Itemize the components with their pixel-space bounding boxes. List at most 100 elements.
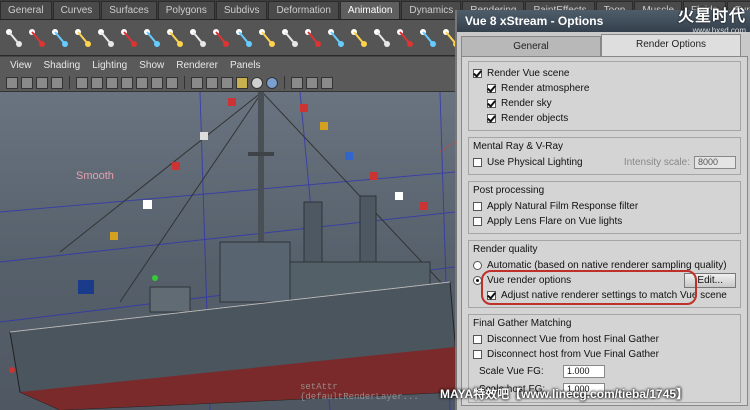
ship-scene [0, 92, 455, 410]
film-response-label: Apply Natural Film Response filter [487, 201, 639, 212]
bookmark-icon[interactable] [36, 76, 48, 89]
sculpt-icon[interactable] [234, 26, 254, 50]
adjust-native-row[interactable]: Adjust native renderer settings to match… [473, 288, 736, 303]
final-gather-title: Final Gather Matching [473, 318, 572, 329]
shelf-tab-dynamics[interactable]: Dynamics [401, 1, 462, 19]
isolate-select-icon[interactable] [306, 76, 318, 89]
lattice-icon[interactable] [188, 26, 208, 50]
scale-vue-field[interactable]: 1.000 [563, 364, 605, 378]
panel-menu-show[interactable]: Show [139, 60, 164, 71]
wireframe-on-shaded-icon[interactable] [221, 76, 233, 89]
safe-action-icon[interactable] [151, 76, 163, 89]
render-atmosphere-checkbox[interactable] [487, 84, 496, 93]
disconnect-vue-checkbox[interactable] [473, 335, 482, 344]
panel-menu-shading[interactable]: Shading [44, 60, 81, 71]
adjust-native-checkbox[interactable] [487, 291, 496, 300]
film-response-row[interactable]: Apply Natural Film Response filter [473, 199, 736, 214]
panel-menu-bar: View Shading Lighting Show Renderer Panels [0, 57, 455, 74]
blend-shape-icon[interactable] [257, 26, 277, 50]
render-sky-label: Render sky [501, 98, 552, 109]
smooth-shade-icon[interactable] [206, 76, 218, 89]
high-quality-icon[interactable] [321, 76, 333, 89]
resolution-gate-icon[interactable] [106, 76, 118, 89]
cluster-icon[interactable] [165, 26, 185, 50]
gun-turret [149, 286, 191, 313]
shelf-tab-subdivs[interactable]: Subdivs [215, 1, 268, 19]
tab-general[interactable]: General [461, 36, 601, 56]
bind-skin-icon[interactable] [96, 26, 116, 50]
disconnect-vue-row[interactable]: Disconnect Vue from host Final Gather [473, 332, 736, 347]
field-chart-icon[interactable] [136, 76, 148, 89]
panel-menu-renderer[interactable]: Renderer [176, 60, 218, 71]
shelf-tab-general[interactable]: General [0, 1, 52, 19]
lens-flare-checkbox[interactable] [473, 217, 482, 226]
disconnect-host-checkbox[interactable] [473, 350, 482, 359]
shelf-tab-deformation[interactable]: Deformation [268, 1, 339, 19]
constraint-orient-icon[interactable] [326, 26, 346, 50]
bridge [219, 241, 291, 303]
render-objects-row[interactable]: Render objects [473, 111, 736, 126]
physical-lighting-row[interactable]: Use Physical Lighting Intensity scale: 8… [473, 155, 736, 170]
joint-tool-icon[interactable] [73, 26, 93, 50]
film-response-checkbox[interactable] [473, 202, 482, 211]
shelf-tab-surfaces[interactable]: Surfaces [101, 1, 157, 19]
textured-icon[interactable] [236, 76, 248, 89]
select-camera-icon[interactable] [6, 76, 18, 89]
mental-ray-group: Mental Ray & V-Ray Use Physical Lighting… [468, 137, 741, 175]
automatic-quality-radio[interactable] [473, 261, 482, 270]
render-atmosphere-row[interactable]: Render atmosphere [473, 81, 736, 96]
lens-flare-row[interactable]: Apply Lens Flare on Vue lights [473, 214, 736, 229]
character-set-icon[interactable] [119, 26, 139, 50]
intensity-scale-field[interactable]: 8000 [694, 156, 736, 169]
wire-icon[interactable] [211, 26, 231, 50]
dialog-tab-bar: General Render Options [457, 34, 750, 56]
constraint-aim-icon[interactable] [303, 26, 323, 50]
tab-render-options[interactable]: Render Options [601, 34, 741, 56]
pose-icon[interactable] [142, 26, 162, 50]
ik-handle-icon[interactable] [27, 26, 47, 50]
physical-lighting-checkbox[interactable] [473, 158, 482, 167]
film-gate-icon[interactable] [91, 76, 103, 89]
render-sky-checkbox[interactable] [487, 99, 496, 108]
perspective-viewport[interactable]: Smooth setAttr {defaultRenderLayer... [0, 92, 455, 410]
disconnect-host-row[interactable]: Disconnect host from Vue Final Gather [473, 347, 736, 362]
post-processing-group: Post processing Apply Natural Film Respo… [468, 181, 741, 234]
set-key-icon[interactable] [4, 26, 24, 50]
footer-watermark: MAYA特效吧【www.linecg.com/tieba/1745】 [440, 387, 689, 401]
vue-render-options-radio[interactable] [473, 276, 482, 285]
render-vue-scene-checkbox[interactable] [473, 69, 482, 78]
edit-button[interactable]: Edit... [684, 273, 736, 288]
panel-menu-panels[interactable]: Panels [230, 60, 261, 71]
ghost-icon[interactable] [395, 26, 415, 50]
shelf-tab-curves[interactable]: Curves [52, 1, 101, 19]
automatic-quality-row[interactable]: Automatic (based on native renderer samp… [473, 258, 736, 273]
lighting-icon[interactable] [251, 76, 263, 89]
image-plane-icon[interactable] [51, 76, 63, 89]
render-sky-row[interactable]: Render sky [473, 96, 736, 111]
render-atmosphere-label: Render atmosphere [501, 83, 590, 94]
automatic-quality-label: Automatic (based on native renderer samp… [487, 260, 727, 271]
xray-icon[interactable] [291, 76, 303, 89]
render-objects-checkbox[interactable] [487, 114, 496, 123]
camera-attributes-icon[interactable] [21, 76, 33, 89]
safe-title-icon[interactable] [166, 76, 178, 89]
gate-mask-icon[interactable] [121, 76, 133, 89]
panel-menu-view[interactable]: View [10, 60, 32, 71]
shadows-icon[interactable] [266, 76, 278, 89]
ik-spline-icon[interactable] [50, 26, 70, 50]
render-vue-scene-label: Render Vue scene [487, 68, 570, 79]
constraint-point-icon[interactable] [280, 26, 300, 50]
panel-menu-lighting[interactable]: Lighting [92, 60, 127, 71]
motion-path-icon[interactable] [372, 26, 392, 50]
disconnect-host-label: Disconnect host from Vue Final Gather [487, 349, 659, 360]
trax-icon[interactable] [418, 26, 438, 50]
vue-render-options-row[interactable]: Vue render options Edit... [473, 273, 736, 288]
wireframe-icon[interactable] [191, 76, 203, 89]
logo-url: www.hxsd.com [692, 26, 746, 35]
render-quality-group: Render quality Automatic (based on nativ… [468, 240, 741, 308]
constraint-pole-icon[interactable] [349, 26, 369, 50]
shelf-tab-animation[interactable]: Animation [339, 1, 401, 19]
grid-icon[interactable] [76, 76, 88, 89]
render-vue-scene-row[interactable]: Render Vue scene [473, 66, 736, 81]
shelf-tab-polygons[interactable]: Polygons [157, 1, 215, 19]
